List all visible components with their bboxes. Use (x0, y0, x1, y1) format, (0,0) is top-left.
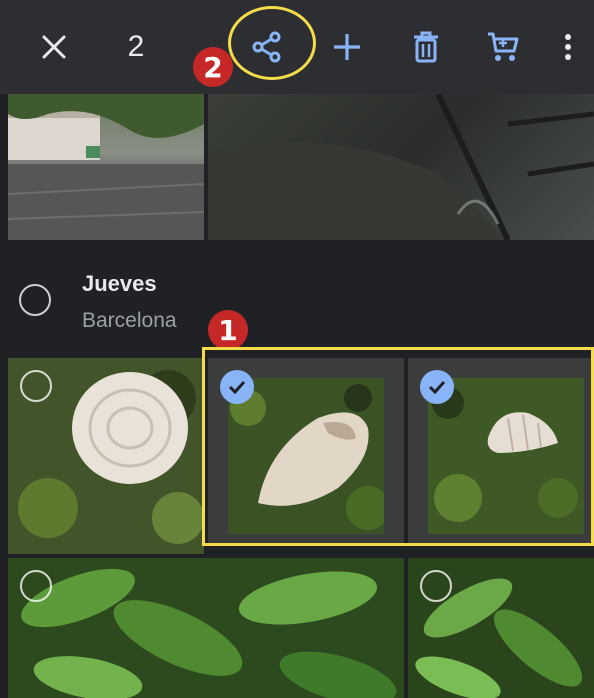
more-vert-icon (565, 34, 571, 60)
order-prints-button[interactable] (480, 0, 526, 94)
selected-photos-highlight (202, 347, 594, 546)
cart-icon (488, 32, 519, 61)
wet-stones-image (208, 94, 594, 240)
section-title: Jueves (82, 271, 157, 296)
photo-green-leaves-2[interactable] (408, 558, 594, 698)
more-options-button[interactable] (556, 0, 580, 94)
step-badge-2: 2 (193, 47, 233, 87)
selected-count: 2 (127, 30, 145, 63)
delete-button[interactable] (404, 0, 448, 94)
photo-rainy-street[interactable] (8, 94, 204, 240)
share-highlight-ring (228, 6, 316, 80)
photo-wet-stones[interactable] (208, 94, 594, 240)
date-section-header (0, 240, 594, 358)
rainy-street-image (8, 94, 204, 240)
add-icon (334, 34, 360, 60)
add-to-album-button[interactable] (326, 0, 368, 94)
green-leaves-image (8, 558, 404, 698)
select-toggle[interactable] (420, 570, 452, 602)
step-badge-1: 1 (208, 310, 248, 350)
photo-round-snail-shell[interactable] (8, 358, 204, 554)
close-button[interactable] (30, 0, 78, 94)
close-icon (42, 35, 66, 59)
select-day-toggle[interactable] (19, 284, 51, 316)
trash-icon (414, 31, 438, 63)
select-toggle[interactable] (20, 370, 52, 402)
section-location: Barcelona (82, 309, 177, 332)
photo-green-leaves[interactable] (8, 558, 404, 698)
select-toggle[interactable] (20, 570, 52, 602)
